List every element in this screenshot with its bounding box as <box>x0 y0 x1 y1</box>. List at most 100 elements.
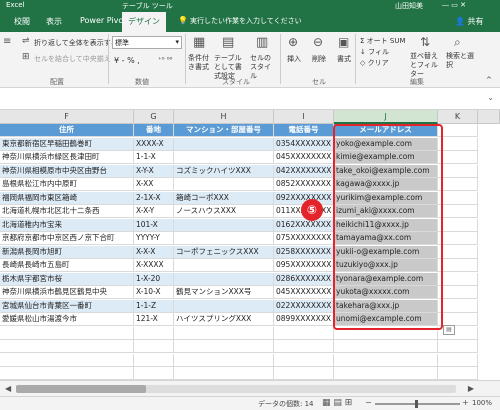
fill-button[interactable]: ↓ フィル <box>360 47 389 57</box>
empty-cell[interactable] <box>438 137 478 151</box>
cell-phone[interactable]: 0286XXXXXXX <box>274 272 334 286</box>
cell-address[interactable]: 北海道稚内市宝来 <box>0 218 134 232</box>
cell-building-room[interactable] <box>174 299 274 313</box>
empty-cell[interactable] <box>274 367 334 380</box>
tab-review[interactable]: 校閲 <box>14 16 30 27</box>
conditional-format-icon[interactable]: ▦ <box>193 35 205 50</box>
column-header-h[interactable]: H <box>174 110 274 124</box>
currency-percent-buttons[interactable]: ¥ - % , <box>114 56 140 65</box>
cell-address[interactable]: 東京都新宿区早稲田鶴巻町 <box>0 137 134 151</box>
empty-cell[interactable] <box>334 340 438 353</box>
empty-cell[interactable] <box>0 326 134 340</box>
cell-building-room[interactable] <box>174 151 274 164</box>
empty-cell[interactable] <box>438 232 478 245</box>
header-cell-address[interactable]: 住所 <box>0 124 134 137</box>
empty-cell[interactable] <box>0 353 134 367</box>
cell-building-room[interactable] <box>174 137 274 151</box>
empty-cell[interactable] <box>438 178 478 191</box>
find-select-button[interactable]: 検索と選択 <box>446 52 474 70</box>
cell-building-room[interactable] <box>174 272 274 286</box>
number-format-select[interactable]: 標準 ▾ <box>112 36 182 49</box>
merge-icon[interactable]: ⊞ <box>22 52 30 62</box>
quick-analysis-icon[interactable]: ▤ <box>443 325 455 335</box>
cell-building-room[interactable]: ノースハウスXXX <box>174 205 274 218</box>
empty-cell[interactable] <box>174 340 274 353</box>
cell-block-number[interactable]: X-XXXX <box>134 259 174 272</box>
cell-address[interactable]: 新潟県長岡市旭町 <box>0 245 134 259</box>
delete-button[interactable]: 削除 <box>312 54 326 64</box>
cell-phone[interactable]: 045XXXXXXXX <box>274 151 334 164</box>
empty-cell[interactable] <box>438 286 478 299</box>
cell-block-number[interactable]: X-X-Y <box>134 205 174 218</box>
empty-cell[interactable] <box>334 353 438 367</box>
empty-cell[interactable] <box>274 326 334 340</box>
share-button[interactable]: 👤 共有 <box>455 16 484 27</box>
empty-cell[interactable] <box>438 340 478 353</box>
cell-phone[interactable]: 0258XXXXXXX <box>274 245 334 259</box>
formula-bar[interactable]: ⌄ <box>0 88 500 110</box>
zoom-slider[interactable] <box>375 400 460 408</box>
cell-building-room[interactable]: ハイツスプリングXXX <box>174 313 274 326</box>
zoom-in-icon[interactable]: + <box>462 398 469 407</box>
empty-cell[interactable] <box>438 151 478 164</box>
cell-block-number[interactable]: 2-1X-X <box>134 191 174 205</box>
cell-building-room[interactable] <box>174 232 274 245</box>
scroll-left-icon[interactable]: ◀ <box>5 384 11 393</box>
empty-cell[interactable] <box>174 367 274 380</box>
cell-building-room[interactable] <box>174 178 274 191</box>
cell-block-number[interactable]: X-X-X <box>134 245 174 259</box>
align-icon[interactable]: ≡ <box>3 36 11 47</box>
cell-address[interactable]: 栃木県宇都宮市桜 <box>0 272 134 286</box>
column-header-k[interactable]: K <box>438 110 478 124</box>
cell-building-room[interactable] <box>174 218 274 232</box>
zoom-out-icon[interactable]: − <box>365 398 372 407</box>
sort-filter-icon[interactable]: ⇅ <box>420 35 430 49</box>
cell-address[interactable]: 福岡県福岡市東区箱崎 <box>0 191 134 205</box>
cell-block-number[interactable]: 121-X <box>134 313 174 326</box>
cell-block-number[interactable]: 1-1-Z <box>134 299 174 313</box>
cell-block-number[interactable]: XXXX-X <box>134 137 174 151</box>
autosum-button[interactable]: Σ オート SUM <box>360 36 406 46</box>
cell-phone[interactable]: 0354XXXXXXX <box>274 137 334 151</box>
cell-address[interactable]: 京都府京都市中京区西ノ京下合町 <box>0 232 134 245</box>
cell-phone[interactable]: 0162XXXXXXX <box>274 218 334 232</box>
tell-me-search[interactable]: 実行したい作業を入力してください <box>190 16 302 26</box>
empty-cell[interactable] <box>0 367 134 380</box>
empty-cell[interactable] <box>174 326 274 340</box>
wrap-text-button[interactable]: 折り返して全体を表示する <box>34 38 118 48</box>
cell-address[interactable]: 宮城県仙台市青葉区一番町 <box>0 299 134 313</box>
format-button[interactable]: 書式 <box>337 54 351 64</box>
expand-formula-icon[interactable]: ⌄ <box>487 93 494 102</box>
decimal-buttons[interactable]: ⁺⁰ ⁰⁰ <box>158 56 172 64</box>
empty-cell[interactable] <box>438 205 478 218</box>
empty-cell[interactable] <box>438 218 478 232</box>
header-cell-building-room[interactable]: マンション・部屋番号 <box>174 124 274 137</box>
column-header-f[interactable]: F <box>0 110 134 124</box>
header-cell-block-number[interactable]: 番地 <box>134 124 174 137</box>
cell-phone[interactable]: 095XXXXXXXX <box>274 259 334 272</box>
scroll-right-icon[interactable]: ▶ <box>468 384 474 393</box>
empty-cell[interactable] <box>274 353 334 367</box>
cell-block-number[interactable]: X-XX <box>134 178 174 191</box>
insert-icon[interactable]: ⊕ <box>288 35 298 49</box>
cell-block-number[interactable]: 1-1-X <box>134 151 174 164</box>
conditional-format-button[interactable]: 条件付き書式 <box>188 54 214 72</box>
empty-cell[interactable] <box>134 367 174 380</box>
find-icon[interactable]: ⌕ <box>454 35 461 50</box>
empty-cell[interactable] <box>438 353 478 367</box>
cell-block-number[interactable]: 1-X-20 <box>134 272 174 286</box>
empty-cell[interactable] <box>274 340 334 353</box>
empty-cell[interactable] <box>134 326 174 340</box>
cell-address[interactable]: 神奈川県相模原市中央区由野台 <box>0 164 134 178</box>
table-format-icon[interactable]: ▤ <box>222 35 234 50</box>
cell-phone[interactable]: 0899XXXXXXX <box>274 313 334 326</box>
cell-building-room[interactable]: コーポフェニックスXXX <box>174 245 274 259</box>
cell-address[interactable]: 神奈川県横浜市鶴見区鶴見中央 <box>0 286 134 299</box>
tab-power-pivot[interactable]: Power Pivot <box>80 16 126 25</box>
cell-block-number[interactable]: X-10-X <box>134 286 174 299</box>
cell-phone[interactable]: 075XXXXXXXX <box>274 232 334 245</box>
cell-phone[interactable]: 022XXXXXXXX <box>274 299 334 313</box>
tab-design[interactable]: デザイン <box>122 12 166 32</box>
clear-button[interactable]: ◇ クリア <box>360 58 389 68</box>
empty-cell[interactable] <box>0 340 134 353</box>
